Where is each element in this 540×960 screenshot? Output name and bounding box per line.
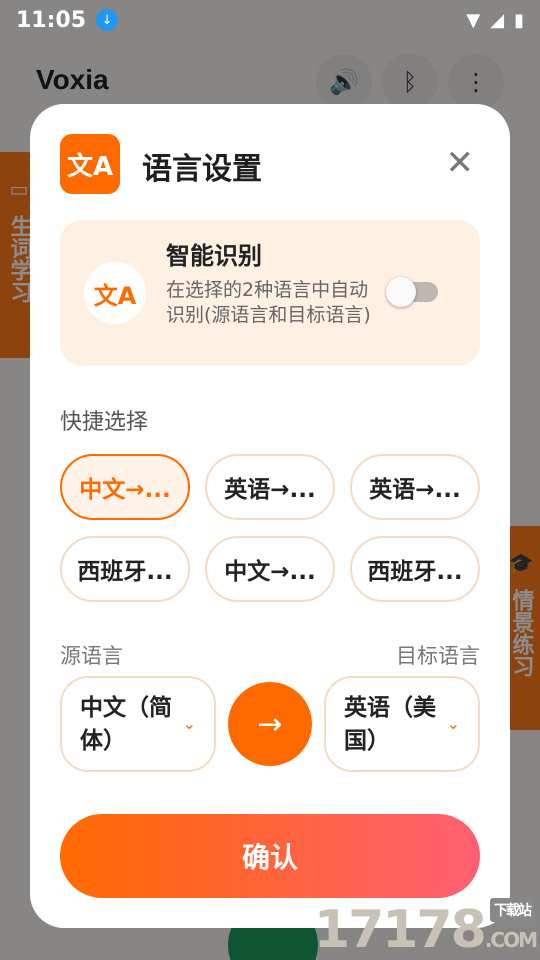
quick-chip-3[interactable]: 英语→...: [350, 454, 480, 520]
source-language-label: 源语言: [60, 644, 123, 668]
watermark-suffix: .COM: [484, 928, 538, 952]
confirm-button[interactable]: 确认: [60, 814, 480, 898]
smart-detect-description: 在选择的2种语言中自动识别(源语言和目标语言): [166, 279, 371, 326]
quick-chip-5[interactable]: 中文→...: [205, 536, 335, 602]
dialog-title: 语言设置: [142, 152, 262, 187]
smart-detect-toggle[interactable]: [386, 277, 438, 307]
source-language-value: 中文（简体）: [80, 695, 172, 754]
quick-chip-2[interactable]: 英语→...: [205, 454, 335, 520]
quick-chip-1[interactable]: 中文→...: [60, 454, 190, 520]
language-settings-dialog: 文A 语言设置 ✕ 文A 智能识别 在选择的2种语言中自动识别(源语言和目标语言…: [30, 104, 510, 928]
wifi-icon: ▼: [466, 9, 481, 31]
signal-icon: ◢: [490, 9, 505, 31]
chevron-down-icon: ⌄: [182, 714, 196, 733]
battery-icon: ▮: [514, 9, 524, 31]
smart-detect-title: 智能识别: [166, 242, 262, 270]
target-language-value: 英语（美国）: [344, 695, 436, 754]
status-bar: 11:05 ↓ ▼ ◢ ▮: [0, 0, 540, 40]
close-icon[interactable]: ✕: [446, 146, 475, 180]
chevron-down-icon: ⌄: [446, 714, 460, 733]
arrow-right-icon[interactable]: →: [228, 682, 312, 766]
smart-detect-card: 文A 智能识别 在选择的2种语言中自动识别(源语言和目标语言): [60, 220, 480, 366]
status-time: 11:05: [16, 7, 87, 33]
watermark-text: 17178: [313, 900, 487, 960]
quick-select-label: 快捷选择: [60, 410, 149, 435]
quick-chip-6[interactable]: 西班牙...: [350, 536, 480, 602]
source-language-select[interactable]: 中文（简体） ⌄: [60, 676, 216, 772]
target-language-label: 目标语言: [396, 644, 480, 668]
translate-icon: 文A: [60, 134, 120, 194]
watermark-tag: 下载站: [490, 898, 534, 922]
target-language-select[interactable]: 英语（美国） ⌄: [324, 676, 480, 772]
quick-chip-4[interactable]: 西班牙...: [60, 536, 190, 602]
smart-detect-icon: 文A: [84, 262, 146, 324]
toggle-knob: [386, 277, 416, 307]
watermark-logo: 17178.COM 下载站: [313, 898, 538, 960]
download-icon: ↓: [96, 9, 119, 31]
